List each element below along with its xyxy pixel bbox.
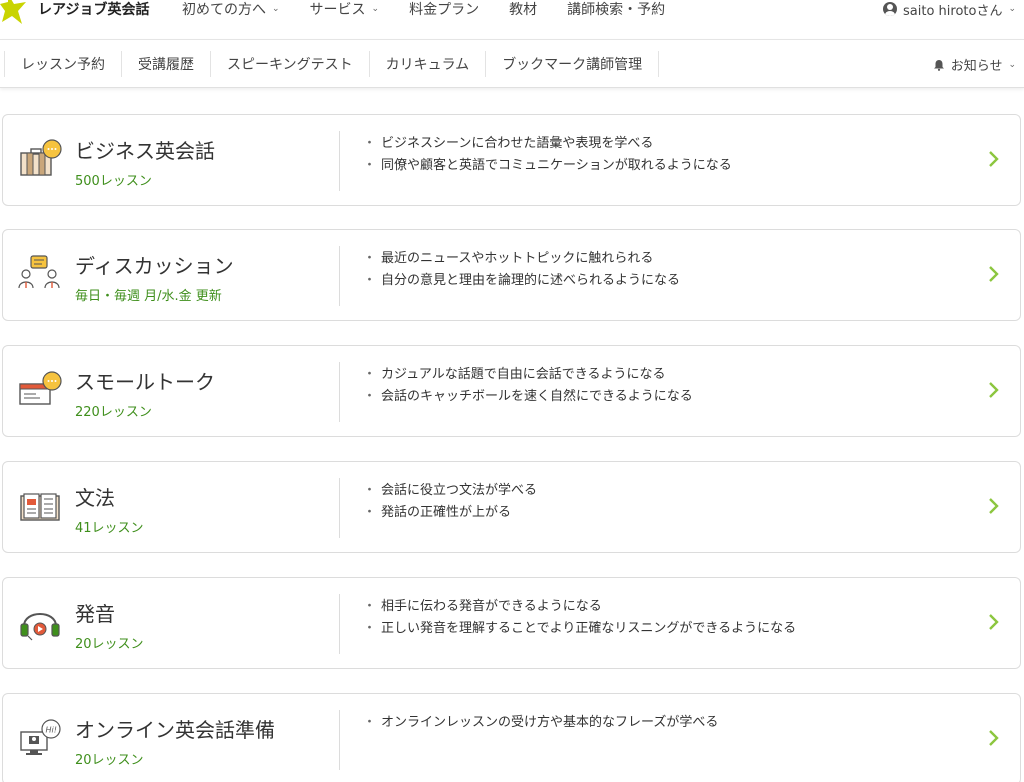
- bullet-item: ・会話に役立つ文法が学べる: [363, 483, 538, 498]
- bullet-item: ・自分の意見と理由を論理的に述べられるようになる: [363, 273, 681, 288]
- course-title: 発音: [75, 602, 115, 626]
- monitor-hi-icon: Hi!: [20, 719, 61, 755]
- course-card-discussion[interactable]: ディスカッション 毎日・毎週 月/水.金 更新 ・最近のニュースやホットトピック…: [2, 229, 1021, 321]
- subnav-item-curriculum[interactable]: カリキュラム: [370, 50, 487, 77]
- course-lesson-count: 500レッスン: [75, 174, 152, 189]
- subnav-item-bookmark-tutors[interactable]: ブックマーク講師管理: [486, 50, 660, 77]
- logo-text: レアジョブ英会話: [38, 2, 150, 18]
- notice-label: お知らせ: [950, 59, 1003, 74]
- user-name: saito hirotoさん: [903, 3, 1003, 19]
- svg-text:Hi!: Hi!: [46, 726, 57, 735]
- divider: [339, 246, 340, 306]
- course-card-pronunciation[interactable]: 発音 20レッスン ・相手に伝わる発音ができるようになる ・正しい発音を理解する…: [2, 577, 1021, 669]
- secondary-navbar: レッスン予約 受講履歴 スピーキングテスト カリキュラム ブックマーク講師管理 …: [0, 39, 1024, 88]
- headphones-icon: [20, 613, 60, 641]
- top-navbar: レアジョブ英会話 初めての方へ ⌄ サービス ⌄ 料金プラン 教材 講師検索・予…: [0, 0, 1024, 30]
- course-bullets: ・相手に伝わる発音ができるようになる ・正しい発音を理解することでより正確なリス…: [363, 596, 796, 640]
- topnav-label: 料金プラン: [409, 2, 480, 18]
- subnav-item-history[interactable]: 受講履歴: [122, 50, 211, 77]
- topnav-item-materials[interactable]: 教材: [509, 0, 537, 18]
- bullet-item: ・最近のニュースやホットトピックに触れられる: [363, 251, 654, 266]
- chevron-down-icon: ⌄: [371, 4, 380, 14]
- subnav-item-lesson-booking[interactable]: レッスン予約: [4, 50, 122, 77]
- topnav-label: 講師検索・予約: [567, 2, 666, 18]
- course-lesson-count: 20レッスン: [75, 753, 144, 768]
- bullet-item: ・相手に伝わる発音ができるようになる: [363, 599, 602, 614]
- open-book-icon: [20, 493, 60, 521]
- topnav-item-pricing[interactable]: 料金プラン: [409, 0, 479, 18]
- bullet-item: ・発話の正確性が上がる: [363, 505, 512, 520]
- course-bullets: ・カジュアルな話題で自由に会話できるようになる ・会話のキャッチボールを速く自然…: [363, 364, 693, 408]
- course-title: ビジネス英会話: [75, 139, 215, 163]
- top-nav: 初めての方へ ⌄ サービス ⌄ 料金プラン 教材 講師検索・予約: [182, 0, 695, 18]
- notice-menu[interactable]: お知らせ ⌄: [933, 40, 1016, 89]
- course-lesson-count: 220レッスン: [75, 405, 152, 420]
- star-logo-icon: [0, 0, 26, 24]
- course-lesson-count: 41レッスン: [75, 521, 144, 536]
- course-lesson-count: 20レッスン: [75, 637, 144, 652]
- divider: [339, 594, 340, 654]
- course-card-grammar[interactable]: 文法 41レッスン ・会話に役立つ文法が学べる ・発話の正確性が上がる: [2, 461, 1021, 553]
- chevron-right-icon[interactable]: [988, 496, 1000, 516]
- chevron-down-icon: ⌄: [272, 4, 280, 14]
- course-title: 文法: [75, 486, 115, 510]
- logo[interactable]: レアジョブ英会話: [0, 0, 149, 24]
- topnav-item-tutor-search[interactable]: 講師検索・予約: [567, 0, 665, 18]
- topnav-item-beginners[interactable]: 初めての方へ ⌄: [182, 0, 280, 18]
- course-bullets: ・オンラインレッスンの受け方や基本的なフレーズが学べる: [363, 712, 718, 734]
- topnav-item-services[interactable]: サービス ⌄: [310, 0, 380, 18]
- bullet-item: ・ビジネスシーンに合わせた語彙や表現を学べる: [363, 136, 654, 151]
- course-title: オンライン英会話準備: [75, 718, 275, 742]
- topnav-label: サービス: [309, 2, 366, 18]
- course-bullets: ・会話に役立つ文法が学べる ・発話の正確性が上がる: [363, 480, 537, 524]
- course-card-business[interactable]: ビジネス英会話 500レッスン ・ビジネスシーンに合わせた語彙や表現を学べる ・…: [2, 114, 1021, 206]
- course-update-schedule: 毎日・毎週 月/水.金 更新: [75, 289, 222, 304]
- bullet-item: ・オンラインレッスンの受け方や基本的なフレーズが学べる: [363, 715, 719, 730]
- course-card-small-talk[interactable]: スモールトーク 220レッスン ・カジュアルな話題で自由に会話できるようになる …: [2, 345, 1021, 437]
- divider: [339, 710, 340, 770]
- course-bullets: ・最近のニュースやホットトピックに触れられる ・自分の意見と理由を論理的に述べら…: [363, 248, 680, 292]
- chevron-right-icon[interactable]: [988, 264, 1000, 284]
- briefcase-chat-icon: [20, 139, 62, 176]
- user-circle-icon: [883, 2, 897, 16]
- chevron-right-icon[interactable]: [988, 380, 1000, 400]
- divider: [339, 478, 340, 538]
- subnav-item-speaking-test[interactable]: スピーキングテスト: [211, 50, 370, 77]
- bullet-item: ・同僚や顧客と英語でコミュニケーションが取れるようになる: [363, 158, 732, 173]
- bullet-item: ・カジュアルな話題で自由に会話できるようになる: [363, 367, 666, 382]
- chevron-down-icon: ⌄: [1008, 4, 1016, 14]
- chevron-down-icon: ⌄: [1008, 59, 1016, 70]
- discussion-people-icon: [18, 255, 60, 289]
- course-title: ディスカッション: [75, 254, 234, 278]
- chevron-right-icon[interactable]: [988, 728, 1000, 748]
- chevron-right-icon[interactable]: [988, 612, 1000, 632]
- divider: [339, 131, 340, 191]
- bullet-item: ・会話のキャッチボールを速く自然にできるようになる: [363, 389, 693, 404]
- course-title: スモールトーク: [75, 370, 215, 394]
- chevron-right-icon[interactable]: [988, 149, 1000, 169]
- topnav-label: 教材: [509, 2, 538, 18]
- topnav-label: 初めての方へ: [182, 2, 266, 18]
- user-menu[interactable]: saito hirotoさん ⌄: [883, 0, 1016, 19]
- course-bullets: ・ビジネスシーンに合わせた語彙や表現を学べる ・同僚や顧客と英語でコミュニケーシ…: [363, 133, 732, 177]
- bell-icon: [933, 59, 944, 71]
- sub-nav: レッスン予約 受講履歴 スピーキングテスト カリキュラム ブックマーク講師管理: [0, 40, 660, 87]
- small-talk-chat-icon: [19, 371, 62, 405]
- course-card-online-prep[interactable]: Hi! オンライン英会話準備 20レッスン ・オンラインレッスンの受け方や基本的…: [2, 693, 1021, 782]
- bullet-item: ・正しい発音を理解することでより正確なリスニングができるようになる: [363, 621, 797, 636]
- divider: [339, 362, 340, 422]
